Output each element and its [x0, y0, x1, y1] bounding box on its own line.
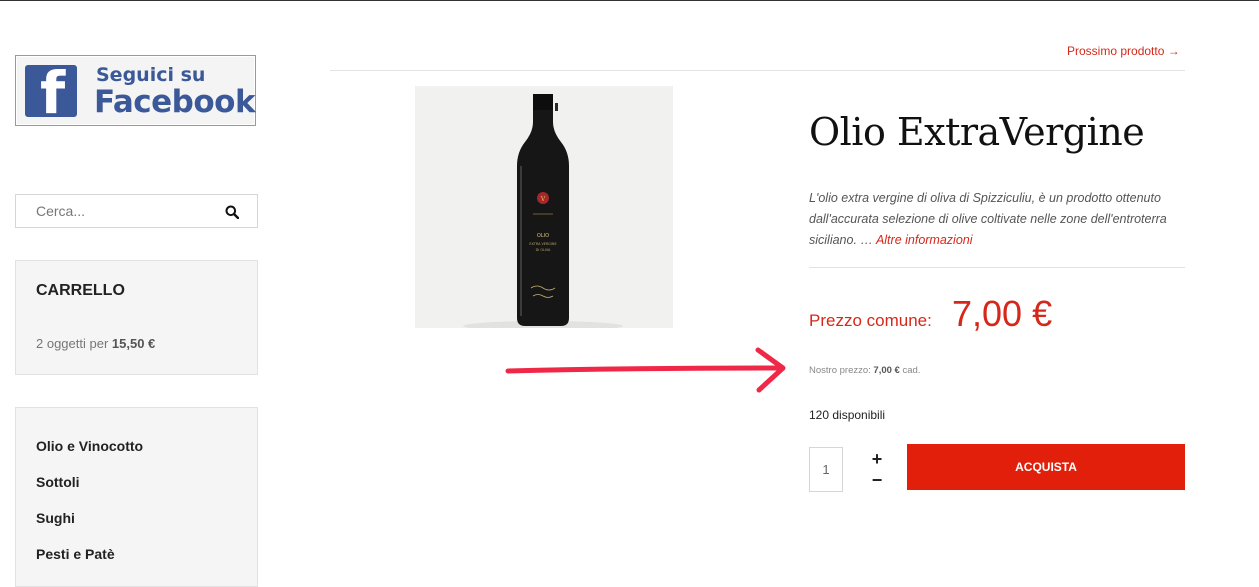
- facebook-banner-line2: Facebook: [94, 84, 256, 120]
- cart-summary-prefix: 2 oggetti per: [36, 336, 109, 351]
- olive-oil-bottle-image: V OLIO EXTRA VERGINE DI OLIVA: [415, 86, 673, 331]
- svg-text:V: V: [540, 196, 546, 203]
- svg-text:OLIO: OLIO: [537, 233, 549, 239]
- cart-widget: CARRELLO 2 oggetti per 15,50 €: [15, 260, 258, 375]
- facebook-banner-line1: Seguici su: [96, 64, 206, 86]
- facebook-logo-icon: f: [25, 65, 77, 117]
- quantity-input[interactable]: [809, 447, 843, 492]
- our-price-label: Nostro prezzo:: [809, 365, 871, 376]
- facebook-follow-banner[interactable]: f Seguici su Facebook: [15, 55, 256, 126]
- stock-status: 120 disponibili: [809, 408, 886, 422]
- product-title: Olio ExtraVergine: [809, 110, 1145, 154]
- top-border: [0, 0, 1259, 1]
- search-input[interactable]: [16, 195, 216, 227]
- cart-title: CARRELLO: [36, 282, 125, 299]
- category-list: Olio e Vinocotto Sottoli Sughi Pesti e P…: [15, 407, 258, 587]
- our-price-unit: cad.: [902, 365, 921, 376]
- cart-total: 15,50 €: [111, 336, 156, 351]
- cart-summary[interactable]: 2 oggetti per 15,50 €: [36, 336, 155, 351]
- next-product-link[interactable]: Prossimo prodotto →: [1067, 44, 1180, 58]
- search-box: [15, 194, 258, 228]
- category-sughi[interactable]: Sughi: [36, 510, 75, 526]
- svg-text:DI OLIVA: DI OLIVA: [536, 248, 551, 252]
- category-olio-e-vinocotto[interactable]: Olio e Vinocotto: [36, 438, 143, 454]
- category-sottoli[interactable]: Sottoli: [36, 474, 80, 490]
- product-description: L'olio extra vergine di oliva di Spizzic…: [809, 188, 1184, 251]
- buy-button[interactable]: ACQUISTA: [907, 444, 1185, 490]
- category-pesti-e-pate[interactable]: Pesti e Patè: [36, 546, 115, 562]
- quantity-decrease-icon[interactable]: −: [868, 471, 886, 489]
- search-icon[interactable]: [225, 205, 239, 219]
- divider: [809, 267, 1185, 268]
- price-value: 7,00 €: [952, 293, 1053, 334]
- product-description-text: L'olio extra vergine di oliva di Spizzic…: [809, 191, 1167, 247]
- annotation-arrow-icon: [505, 347, 786, 393]
- our-price-value: 7,00 €: [873, 365, 900, 376]
- product-image[interactable]: V OLIO EXTRA VERGINE DI OLIVA: [415, 86, 673, 331]
- more-info-link[interactable]: Altre informazioni: [876, 233, 973, 247]
- our-price: Nostro prezzo: 7,00 € cad.: [809, 365, 920, 376]
- divider: [330, 70, 1185, 71]
- price-label: Prezzo comune:: [809, 311, 932, 330]
- quantity-increase-icon[interactable]: +: [868, 450, 886, 468]
- svg-text:EXTRA VERGINE: EXTRA VERGINE: [529, 242, 556, 246]
